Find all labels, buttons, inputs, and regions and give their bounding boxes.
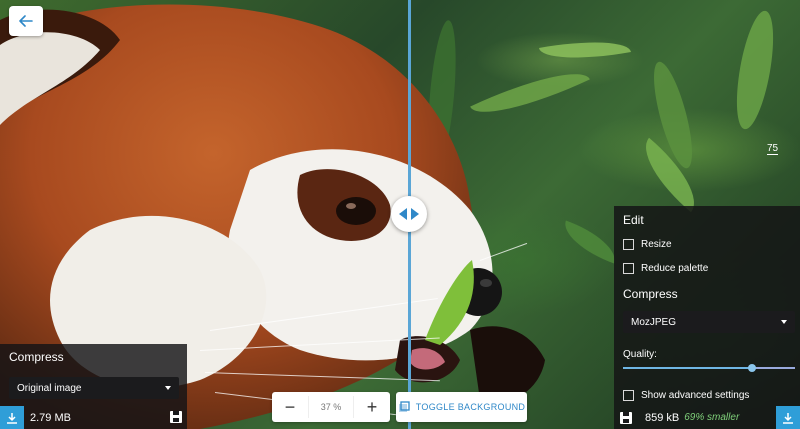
- resize-checkbox[interactable]: [623, 239, 634, 250]
- reduce-palette-checkbox[interactable]: [623, 263, 634, 274]
- quality-slider-fill: [623, 367, 752, 369]
- toggle-background-icon: [398, 401, 410, 412]
- back-button[interactable]: [9, 6, 43, 36]
- save-icon[interactable]: [169, 410, 183, 424]
- compress-title: Compress: [9, 350, 64, 364]
- download-original-button[interactable]: [0, 406, 24, 429]
- original-file-size: 2.79 MB: [30, 411, 71, 424]
- method-select-compressed[interactable]: MozJPEG: [623, 311, 795, 333]
- method-select-value: MozJPEG: [631, 316, 677, 328]
- resize-label: Resize: [641, 239, 672, 250]
- advanced-settings-checkbox[interactable]: [623, 390, 634, 401]
- savings-text: 69% smaller: [684, 412, 740, 423]
- chevron-down-icon: [781, 320, 787, 324]
- method-select-original[interactable]: Original image: [9, 377, 179, 399]
- quality-value-input[interactable]: 75: [767, 143, 779, 155]
- compress-title: Compress: [623, 287, 678, 301]
- reduce-palette-option[interactable]: Reduce palette: [623, 263, 708, 274]
- split-arrows-icon: [399, 208, 419, 220]
- arrow-left-icon: [19, 15, 33, 27]
- zoom-level-input[interactable]: 37 %: [308, 396, 354, 418]
- zoom-value: 37: [320, 402, 331, 412]
- compare-handle[interactable]: [391, 196, 427, 232]
- compressed-size-bar: 859 kB 69% smaller: [614, 406, 800, 429]
- quality-label: Quality:: [623, 349, 657, 360]
- quality-slider[interactable]: [623, 364, 795, 372]
- zoom-in-button[interactable]: +: [354, 392, 390, 422]
- zoom-out-button[interactable]: −: [272, 392, 308, 422]
- download-compressed-button[interactable]: [776, 406, 800, 429]
- original-size-bar: 2.79 MB: [0, 406, 187, 429]
- zoom-controls: − 37 % +: [272, 392, 390, 422]
- compressed-file-size: 859 kB: [645, 411, 680, 424]
- toggle-background-label: TOGGLE BACKGROUND: [415, 402, 526, 412]
- edit-title: Edit: [623, 213, 644, 227]
- chevron-down-icon: [165, 386, 171, 390]
- toggle-background-button[interactable]: TOGGLE BACKGROUND: [396, 392, 527, 422]
- compressed-options-panel: Edit Resize Reduce palette Compress MozJ…: [614, 206, 800, 429]
- zoom-unit: %: [333, 402, 342, 412]
- advanced-settings-label: Show advanced settings: [641, 390, 750, 401]
- method-select-value: Original image: [17, 382, 82, 394]
- quality-slider-thumb[interactable]: [748, 364, 756, 372]
- advanced-settings-option[interactable]: Show advanced settings: [623, 390, 749, 401]
- reduce-palette-label: Reduce palette: [641, 263, 709, 274]
- save-icon[interactable]: [619, 411, 633, 425]
- download-icon: [7, 412, 17, 424]
- resize-option[interactable]: Resize: [623, 239, 672, 250]
- download-icon: [783, 412, 793, 424]
